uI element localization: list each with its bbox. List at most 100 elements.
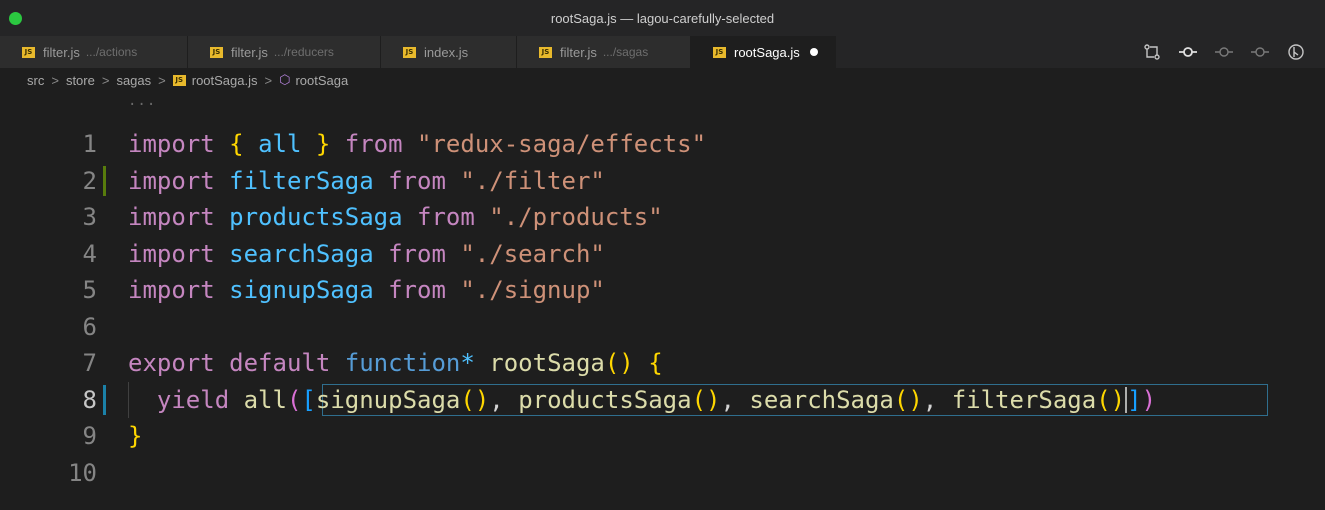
code-token: "./search" <box>460 239 605 268</box>
code-token: import <box>128 203 215 231</box>
code-token: filterSaga <box>951 385 1097 414</box>
code-token: () <box>460 385 490 414</box>
code-token: } <box>128 422 143 450</box>
line-number: 5 <box>82 276 97 304</box>
code-text[interactable]: import filterSaga from "./filter" <box>128 163 605 199</box>
code-token: , <box>922 385 952 414</box>
code-token: productsSaga <box>229 203 403 231</box>
js-file-icon: JS <box>539 46 552 58</box>
git-next-icon[interactable] <box>1249 41 1271 63</box>
code-text[interactable]: import searchSaga from "./search" <box>128 236 605 272</box>
code-text[interactable]: yield all([signupSaga(), productsSaga(),… <box>128 382 1156 418</box>
sticky-scroll-ellipsis: ... <box>128 93 157 109</box>
git-previous-icon[interactable] <box>1213 41 1235 63</box>
breadcrumb-item-symbol[interactable]: rootSaga <box>295 73 348 88</box>
code-token: import <box>128 276 215 304</box>
code-token: () <box>893 385 923 414</box>
symbol-method-icon: ⬡ <box>279 72 291 87</box>
tab-hint: .../reducers <box>273 45 334 59</box>
chevron-right-icon: > <box>101 72 110 88</box>
code-text[interactable]: import productsSaga from "./products" <box>128 199 663 235</box>
line-number: 2 <box>82 166 97 195</box>
line-number: 4 <box>82 239 97 268</box>
code-line-3[interactable]: 3 import productsSaga from "./products" <box>0 199 1325 235</box>
code-token: import <box>128 166 215 195</box>
window-title: rootSaga.js — lagou-carefully-selected <box>550 10 775 26</box>
code-line-1[interactable]: 1 import { all } from "redux-saga/effects… <box>0 126 1325 162</box>
code-editor[interactable]: 1 import { all } from "redux-saga/effects… <box>0 126 1325 510</box>
tab-label: rootSaga.js <box>734 44 800 60</box>
code-text[interactable]: export default function* rootSaga() { <box>128 345 663 381</box>
code-text[interactable]: } <box>128 418 142 454</box>
code-line-10[interactable]: 10 <box>0 455 1325 491</box>
code-token: , <box>720 385 750 414</box>
code-token: from <box>344 130 403 158</box>
tab-label: index.js <box>424 44 469 60</box>
git-commit-icon[interactable] <box>1177 41 1199 63</box>
tab-filter-reducers[interactable]: JS filter.js .../reducers <box>188 36 381 68</box>
code-line-5[interactable]: 5 import signupSaga from "./signup" <box>0 272 1325 308</box>
code-token: () <box>1096 385 1126 414</box>
tab-label: filter.js <box>560 44 597 60</box>
code-line-2[interactable]: 2 import filterSaga from "./filter" <box>0 163 1325 199</box>
breadcrumb-item-sagas[interactable]: sagas <box>116 73 151 88</box>
code-line-7[interactable]: 7 export default function* rootSaga() { <box>0 345 1325 381</box>
code-text[interactable]: import { all } from "redux-saga/effects" <box>128 126 706 162</box>
code-line-6[interactable]: 6 <box>0 309 1325 345</box>
code-token: "./signup" <box>460 276 605 304</box>
tab-index[interactable]: JS index.js <box>381 36 517 68</box>
code-line-4[interactable]: 4 import searchSaga from "./search" <box>0 236 1325 272</box>
code-token: from <box>388 276 446 304</box>
code-text[interactable]: import signupSaga from "./signup" <box>128 272 605 308</box>
code-token: } <box>315 130 331 158</box>
code-token: { <box>648 349 663 377</box>
js-file-icon: JS <box>172 74 186 86</box>
current-line-marker <box>103 384 106 415</box>
code-line-8[interactable]: 8 yield all([signupSaga(), productsSaga(… <box>0 381 1325 418</box>
tab-label: filter.js <box>231 44 268 60</box>
breadcrumb: src > store > sagas > JS rootSaga.js > ⬡… <box>0 68 1325 92</box>
code-token: export <box>128 349 215 377</box>
breadcrumb-item-src[interactable]: src <box>27 73 44 88</box>
breadcrumb-item-file[interactable]: rootSaga.js <box>192 73 258 88</box>
window-control-icon[interactable] <box>9 12 22 25</box>
code-token: import <box>128 130 215 158</box>
timeline-icon[interactable] <box>1285 41 1307 63</box>
tab-label: filter.js <box>43 44 80 60</box>
tab-bar: JS filter.js .../actions JS filter.js ..… <box>0 36 1325 68</box>
code-token: productsSaga <box>518 385 692 414</box>
tab-rootsaga[interactable]: JS rootSaga.js <box>691 36 836 68</box>
compare-changes-icon[interactable] <box>1141 41 1163 63</box>
breadcrumb-item-store[interactable]: store <box>66 73 95 88</box>
code-token: all <box>258 130 302 158</box>
js-file-icon: JS <box>210 46 223 58</box>
editor-actions <box>1141 36 1325 68</box>
code-token: searchSaga <box>749 385 894 414</box>
modified-line-marker[interactable] <box>103 165 106 196</box>
code-token: rootSaga <box>489 349 605 377</box>
tab-filter-actions[interactable]: JS filter.js .../actions <box>0 36 188 68</box>
code-token: from <box>388 166 446 195</box>
chevron-right-icon: > <box>51 72 59 88</box>
unsaved-dot-icon[interactable] <box>809 48 818 56</box>
tab-filter-sagas[interactable]: JS filter.js .../sagas <box>517 36 691 68</box>
code-line-9[interactable]: 9} <box>0 418 1325 454</box>
line-number: 3 <box>82 203 97 231</box>
code-token: () <box>604 349 634 377</box>
code-token: [ <box>301 385 316 414</box>
code-token: all <box>243 385 287 414</box>
code-token: "./filter" <box>460 166 605 195</box>
